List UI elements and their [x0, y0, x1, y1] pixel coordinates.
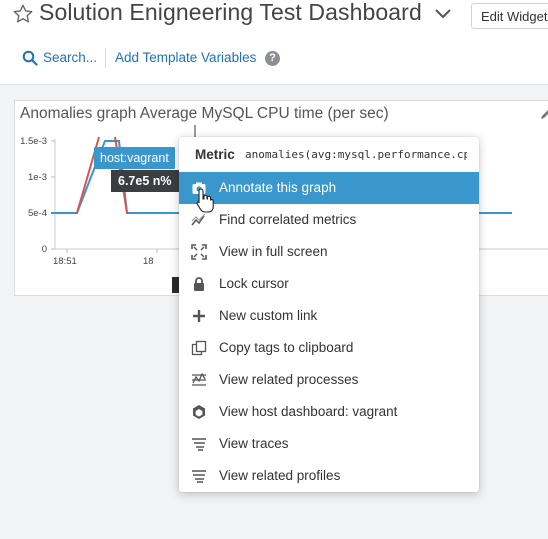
menu-item-find-correlated-metrics[interactable]: Find correlated metrics [179, 204, 479, 236]
search-link[interactable]: Search... [43, 50, 97, 65]
menu-item-label: Lock cursor [219, 276, 289, 291]
help-icon[interactable]: ? [265, 51, 280, 66]
x-tick-label: 18 [143, 256, 154, 267]
widget-title: Anomalies graph Average MySQL CPU time (… [20, 105, 389, 122]
hand-cursor-icon [196, 188, 214, 213]
metric-header: Metric anomalies(avg:mysql.performance.c… [179, 137, 479, 172]
menu-item-copy-tags-to-clipboard[interactable]: Copy tags to clipboard [179, 332, 479, 364]
menu-item-label: View in full screen [219, 244, 328, 259]
menu-item-label: View related processes [219, 372, 359, 387]
processes-icon [192, 372, 206, 386]
edit-widgets-button[interactable]: Edit Widgets [471, 3, 548, 29]
fullscreen-icon [191, 244, 207, 260]
search-icon[interactable] [22, 50, 38, 66]
pencil-icon[interactable] [539, 107, 548, 121]
graph-context-menu: Metric anomalies(avg:mysql.performance.c… [179, 137, 479, 492]
y-tick-label: 1e-3 [28, 172, 47, 183]
menu-item-lock-cursor[interactable]: Lock cursor [179, 268, 479, 300]
divider [105, 48, 106, 68]
add-template-variables-link[interactable]: Add Template Variables [115, 50, 256, 65]
menu-item-view-in-full-screen[interactable]: View in full screen [179, 236, 479, 268]
menu-item-label: Copy tags to clipboard [219, 340, 354, 355]
menu-item-view-host-dashboard-vagrant[interactable]: View host dashboard: vagrant [179, 396, 479, 428]
menu-item-label: View traces [219, 436, 289, 451]
correlation-icon [191, 213, 206, 226]
menu-item-label: Find correlated metrics [219, 212, 357, 227]
menu-item-label: New custom link [219, 308, 318, 323]
y-tick-label: 0 [42, 244, 47, 255]
series-tooltip-value: 6.7e5 n% [111, 170, 179, 192]
host-hexagon-icon [193, 405, 205, 419]
traces-icon [192, 438, 206, 451]
metric-label: Metric [195, 147, 235, 162]
copy-icon [191, 340, 207, 356]
menu-item-new-custom-link[interactable]: New custom link [179, 300, 479, 332]
menu-item-annotate-this-graph[interactable]: Annotate this graph [179, 172, 479, 204]
menu-item-label: Annotate this graph [219, 180, 337, 195]
menu-item-label: View host dashboard: vagrant [219, 404, 398, 419]
menu-item-label: View related profiles [219, 468, 341, 483]
dashboard-header: Solution Enigneering Test Dashboard Edit… [0, 0, 548, 84]
y-tick-label: 1.5e-3 [20, 136, 47, 147]
x-tick-label: 18:51 [53, 256, 77, 267]
series-tooltip-host: host:vagrant [94, 147, 175, 169]
y-tick-label: 5e-4 [28, 208, 47, 219]
metric-query: anomalies(avg:mysql.performance.cpu_time [245, 148, 467, 161]
profiles-icon [192, 470, 206, 483]
chevron-down-icon[interactable] [432, 6, 454, 22]
menu-item-view-related-profiles[interactable]: View related profiles [179, 460, 479, 492]
menu-item-view-related-processes[interactable]: View related processes [179, 364, 479, 396]
menu-item-view-traces[interactable]: View traces [179, 428, 479, 460]
dashboard-title: Solution Enigneering Test Dashboard [39, 0, 422, 25]
plus-icon [193, 310, 205, 322]
lock-icon [194, 277, 204, 291]
star-icon[interactable] [12, 3, 34, 25]
